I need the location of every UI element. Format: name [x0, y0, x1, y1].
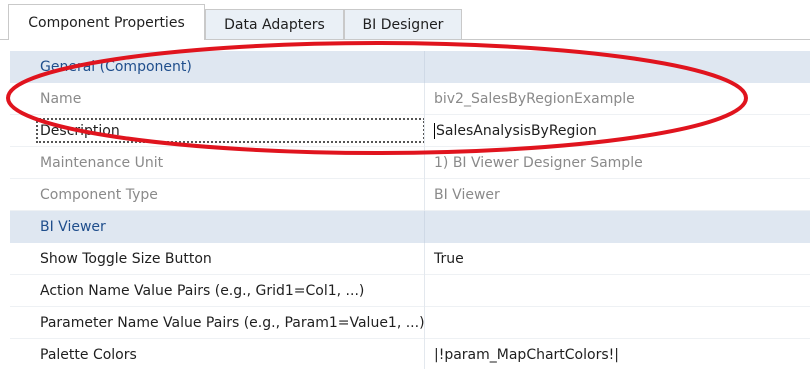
property-row-show-toggle-size-button[interactable]: Show Toggle Size Button True	[10, 243, 810, 275]
category-value-spacer	[425, 211, 810, 243]
property-value-palette-colors[interactable]: |!param_MapChartColors!|	[425, 339, 810, 369]
property-row-name[interactable]: Name biv2_SalesByRegionExample	[10, 83, 810, 115]
property-value-description-input[interactable]: SalesAnalysisByRegion	[425, 115, 810, 147]
tab-strip: Component Properties Data Adapters BI De…	[0, 0, 810, 40]
column-divider	[424, 51, 425, 83]
category-general-component[interactable]: General (Component)	[10, 51, 810, 83]
property-value-maintenance-unit: 1) BI Viewer Designer Sample	[425, 147, 810, 179]
property-name: Name	[10, 83, 424, 115]
property-name: Maintenance Unit	[10, 147, 424, 179]
property-name: Component Type	[10, 179, 424, 211]
property-value-action-name-value-pairs[interactable]	[425, 275, 810, 307]
column-divider	[424, 211, 425, 243]
property-name: Description	[10, 115, 424, 147]
text-caret	[434, 122, 435, 139]
property-row-description[interactable]: Description SalesAnalysisByRegion	[10, 115, 810, 147]
property-name: Palette Colors	[10, 339, 424, 369]
category-label: BI Viewer	[10, 211, 424, 243]
category-value-spacer	[425, 51, 810, 83]
property-row-parameter-name-value-pairs[interactable]: Parameter Name Value Pairs (e.g., Param1…	[10, 307, 810, 339]
property-name: Parameter Name Value Pairs (e.g., Param1…	[10, 307, 424, 339]
property-row-component-type[interactable]: Component Type BI Viewer	[10, 179, 810, 211]
property-value-component-type: BI Viewer	[425, 179, 810, 211]
tab-data-adapters[interactable]: Data Adapters	[205, 9, 344, 40]
tab-bi-designer[interactable]: BI Designer	[344, 9, 462, 40]
property-name: Action Name Value Pairs (e.g., Grid1=Col…	[10, 275, 424, 307]
property-value-description: SalesAnalysisByRegion	[436, 122, 597, 139]
property-value-name: biv2_SalesByRegionExample	[425, 83, 810, 115]
category-bi-viewer[interactable]: BI Viewer	[10, 211, 810, 243]
property-name: Show Toggle Size Button	[10, 243, 424, 275]
category-label: General (Component)	[10, 51, 424, 83]
property-grid: General (Component) Name biv2_SalesByReg…	[10, 51, 810, 369]
property-row-palette-colors[interactable]: Palette Colors |!param_MapChartColors!|	[10, 339, 810, 369]
property-value-show-toggle-size-button[interactable]: True	[425, 243, 810, 275]
tab-component-properties[interactable]: Component Properties	[8, 4, 205, 40]
property-value-parameter-name-value-pairs[interactable]	[425, 307, 810, 339]
property-row-maintenance-unit[interactable]: Maintenance Unit 1) BI Viewer Designer S…	[10, 147, 810, 179]
property-row-action-name-value-pairs[interactable]: Action Name Value Pairs (e.g., Grid1=Col…	[10, 275, 810, 307]
